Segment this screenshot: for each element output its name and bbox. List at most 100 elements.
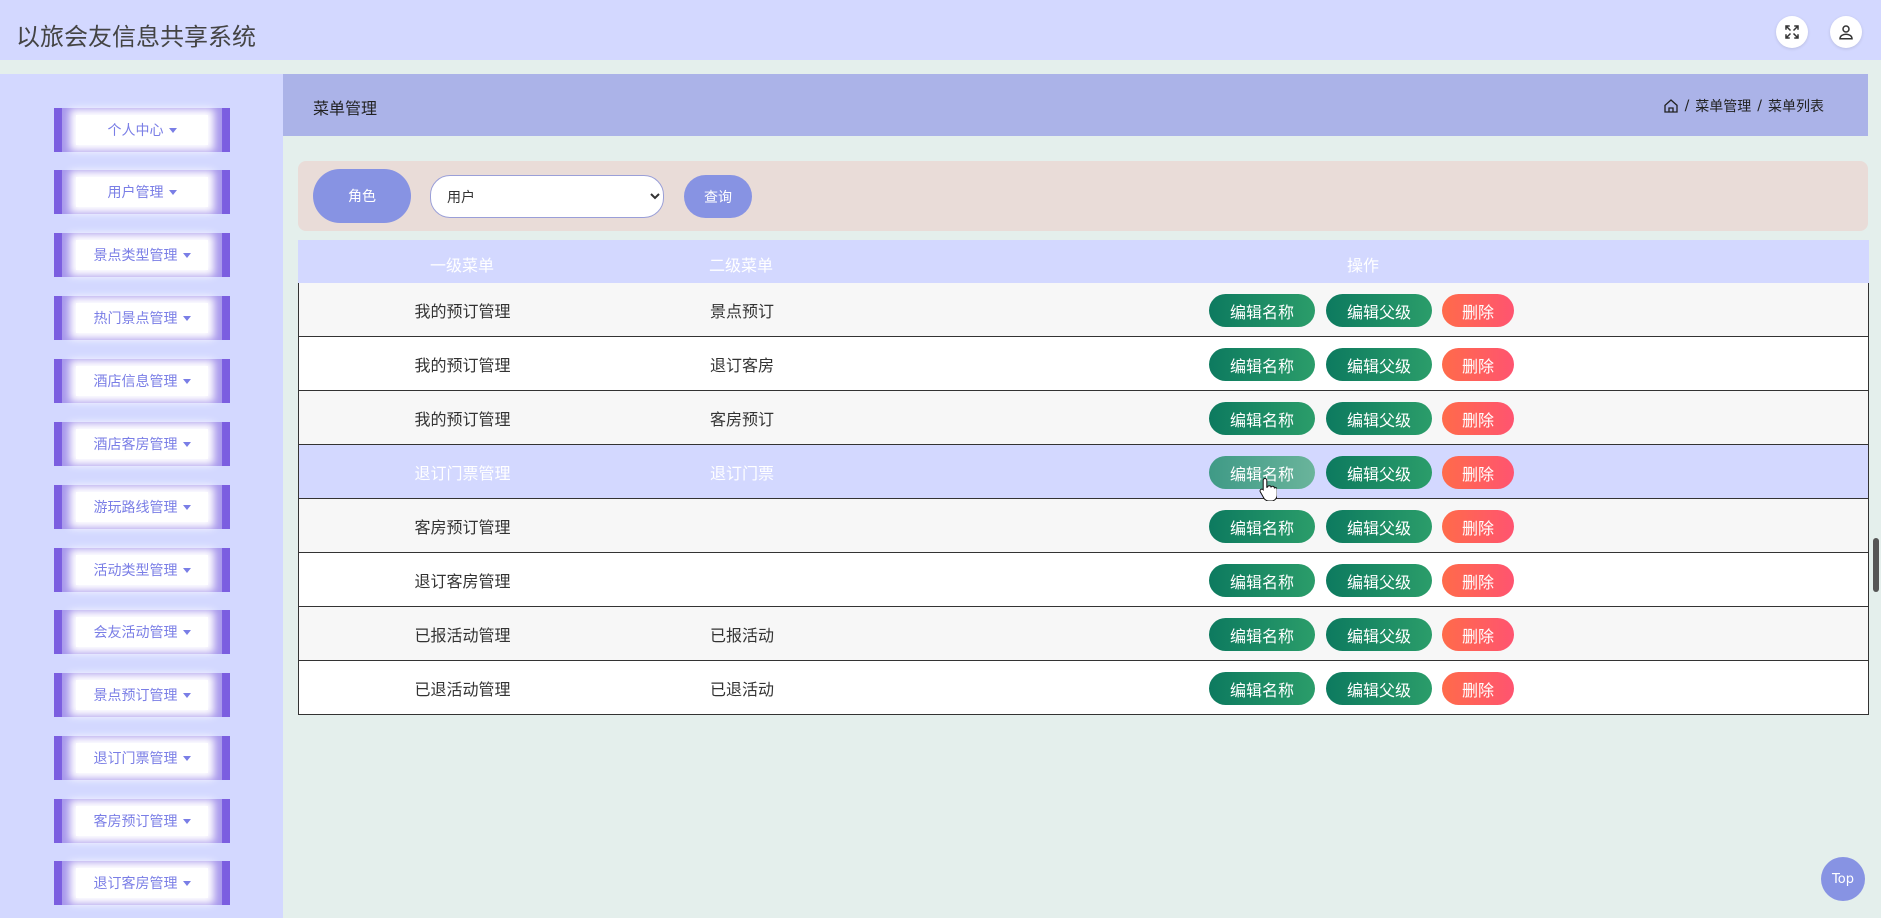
sidebar-item-label: 景点类型管理 <box>93 248 178 264</box>
caret-down-icon <box>182 818 191 824</box>
sidebar-item-ticket-refunds[interactable]: 退订门票管理 <box>54 736 230 780</box>
table-row: 已退活动管理 已退活动 编辑名称 编辑父级 删除 <box>298 661 1869 715</box>
caret-down-icon <box>182 567 191 573</box>
delete-button[interactable]: 删除 <box>1442 672 1514 705</box>
role-select[interactable]: 用户 <box>430 175 664 218</box>
edit-parent-button[interactable]: 编辑父级 <box>1326 348 1432 381</box>
delete-button[interactable]: 删除 <box>1442 402 1514 435</box>
column-header: 二级菜单 <box>709 256 774 275</box>
page-header: 菜单管理 / 菜单管理 / 菜单列表 <box>283 74 1868 136</box>
delete-button[interactable]: 删除 <box>1442 510 1514 543</box>
table-row: 退订客房管理 编辑名称 编辑父级 删除 <box>298 553 1869 607</box>
delete-button[interactable]: 删除 <box>1442 618 1514 651</box>
search-panel: 角色 用户 查询 <box>298 161 1868 231</box>
sidebar-item-room-bookings[interactable]: 客房预订管理 <box>54 799 230 843</box>
cell-level2: 已报活动 <box>710 626 775 645</box>
sidebar-item-hot-scenic[interactable]: 热门景点管理 <box>54 296 230 340</box>
breadcrumb-item[interactable]: 菜单管理 <box>1695 96 1751 116</box>
cell-level2: 退订门票 <box>710 464 775 483</box>
sidebar-item-scenic-types[interactable]: 景点类型管理 <box>54 233 230 277</box>
sidebar: 个人中心 用户管理 景点类型管理 热门景点管理 酒店信息管理 酒店客房管理 游玩… <box>0 74 283 918</box>
sidebar-item-label: 用户管理 <box>107 185 164 201</box>
cell-level1: 已退活动管理 <box>414 680 511 699</box>
sidebar-item-label: 退订门票管理 <box>93 751 178 767</box>
caret-down-icon <box>182 692 191 698</box>
caret-down-icon <box>168 189 177 195</box>
edit-parent-button[interactable]: 编辑父级 <box>1326 618 1432 651</box>
home-icon[interactable] <box>1663 98 1679 114</box>
cell-level2: 客房预订 <box>710 410 775 429</box>
page-scrollbar[interactable] <box>1873 538 1879 592</box>
edit-parent-button[interactable]: 编辑父级 <box>1326 294 1432 327</box>
edit-name-button[interactable]: 编辑名称 <box>1209 348 1315 381</box>
sidebar-item-hotel-info[interactable]: 酒店信息管理 <box>54 359 230 403</box>
delete-button[interactable]: 删除 <box>1442 564 1514 597</box>
query-button[interactable]: 查询 <box>684 175 752 218</box>
edit-parent-button[interactable]: 编辑父级 <box>1326 564 1432 597</box>
caret-down-icon <box>182 315 191 321</box>
edit-name-button[interactable]: 编辑名称 <box>1209 618 1315 651</box>
cell-level2: 景点预订 <box>710 302 775 321</box>
role-label: 角色 <box>313 169 411 223</box>
sidebar-item-label: 客房预订管理 <box>93 814 178 830</box>
edit-parent-button[interactable]: 编辑父级 <box>1326 510 1432 543</box>
breadcrumb-separator: / <box>1684 98 1690 114</box>
sidebar-item-users[interactable]: 用户管理 <box>54 170 230 214</box>
edit-parent-button[interactable]: 编辑父级 <box>1326 456 1432 489</box>
sidebar-item-label: 酒店信息管理 <box>93 374 178 390</box>
caret-down-icon <box>182 252 191 258</box>
caret-down-icon <box>182 629 191 635</box>
delete-button[interactable]: 删除 <box>1442 294 1514 327</box>
delete-button[interactable]: 删除 <box>1442 348 1514 381</box>
column-header: 一级菜单 <box>430 256 495 275</box>
sidebar-item-label: 活动类型管理 <box>93 563 178 579</box>
cell-level1: 我的预订管理 <box>414 356 511 375</box>
cell-level1: 我的预订管理 <box>414 410 511 429</box>
sidebar-item-personal-center[interactable]: 个人中心 <box>54 108 230 152</box>
edit-name-button[interactable]: 编辑名称 <box>1209 294 1315 327</box>
table-row: 客房预订管理 编辑名称 编辑父级 删除 <box>298 499 1869 553</box>
cell-level2: 退订客房 <box>710 356 775 375</box>
cell-level1: 客房预订管理 <box>414 518 511 537</box>
top-header: 以旅会友信息共享系统 <box>0 0 1881 62</box>
cell-level1: 退订客房管理 <box>414 572 511 591</box>
delete-button[interactable]: 删除 <box>1442 456 1514 489</box>
caret-down-icon <box>182 504 191 510</box>
table-row: 已报活动管理 已报活动 编辑名称 编辑父级 删除 <box>298 607 1869 661</box>
fullscreen-button[interactable] <box>1776 16 1808 48</box>
breadcrumb-item-current: 菜单列表 <box>1768 99 1824 115</box>
edit-parent-button[interactable]: 编辑父级 <box>1326 672 1432 705</box>
sidebar-item-label: 酒店客房管理 <box>93 437 178 453</box>
sidebar-item-label: 游玩路线管理 <box>93 500 178 516</box>
sidebar-item-hotel-rooms[interactable]: 酒店客房管理 <box>54 422 230 466</box>
fullscreen-icon <box>1785 25 1799 39</box>
cell-level2: 已退活动 <box>710 680 775 699</box>
back-to-top-button[interactable]: Top <box>1821 857 1865 901</box>
edit-name-button[interactable]: 编辑名称 <box>1209 672 1315 705</box>
user-button[interactable] <box>1830 16 1862 48</box>
caret-down-icon <box>182 755 191 761</box>
sidebar-item-scenic-bookings[interactable]: 景点预订管理 <box>54 673 230 717</box>
table-row: 我的预订管理 客房预订 编辑名称 编辑父级 删除 <box>298 391 1869 445</box>
caret-down-icon <box>182 378 191 384</box>
sidebar-item-activities[interactable]: 会友活动管理 <box>54 610 230 654</box>
app-title: 以旅会友信息共享系统 <box>16 23 256 51</box>
edit-name-button[interactable]: 编辑名称 <box>1209 402 1315 435</box>
sidebar-item-routes[interactable]: 游玩路线管理 <box>54 485 230 529</box>
table-header: 一级菜单 二级菜单 操作 <box>298 240 1869 283</box>
edit-name-button[interactable]: 编辑名称 <box>1209 564 1315 597</box>
table-row: 我的预订管理 景点预订 编辑名称 编辑父级 删除 <box>298 283 1869 337</box>
cell-level1: 已报活动管理 <box>414 626 511 645</box>
edit-parent-button[interactable]: 编辑父级 <box>1326 402 1432 435</box>
sidebar-item-label: 热门景点管理 <box>93 311 178 327</box>
menu-table: 一级菜单 二级菜单 操作 我的预订管理 景点预订 编辑名称 编辑父级 删除 我的… <box>298 240 1869 715</box>
sidebar-item-room-refunds[interactable]: 退订客房管理 <box>54 861 230 905</box>
sidebar-item-label: 个人中心 <box>107 123 164 139</box>
breadcrumb: / 菜单管理 / 菜单列表 <box>1663 96 1824 116</box>
caret-down-icon <box>182 880 191 886</box>
sidebar-item-label: 退订客房管理 <box>93 876 178 892</box>
edit-name-button[interactable]: 编辑名称 <box>1209 510 1315 543</box>
table-row-highlighted: 退订门票管理 退订门票 编辑名称 编辑父级 删除 <box>298 445 1869 499</box>
user-icon <box>1839 25 1853 40</box>
sidebar-item-activity-types[interactable]: 活动类型管理 <box>54 548 230 592</box>
